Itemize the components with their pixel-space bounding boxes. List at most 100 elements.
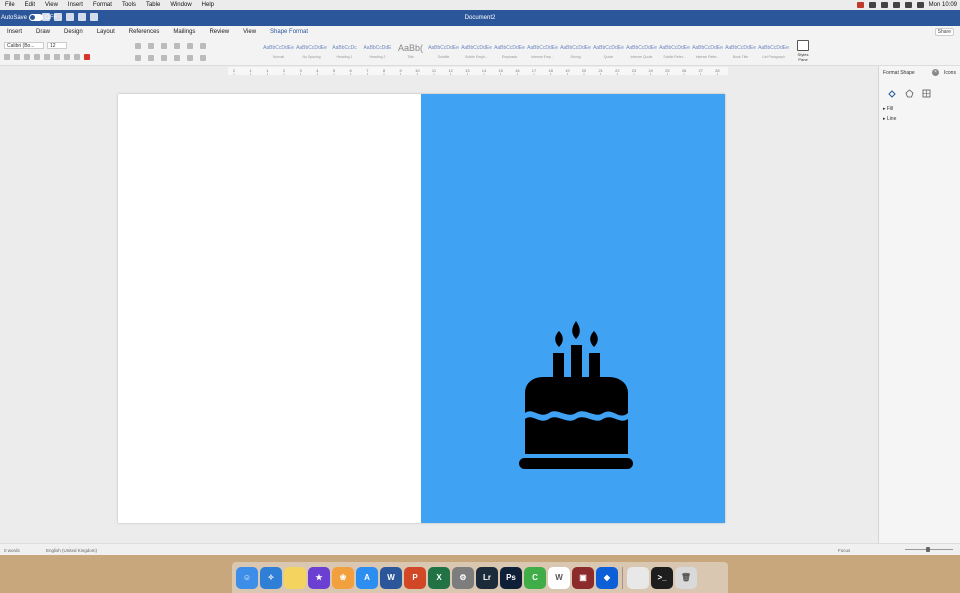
tab-shape-format[interactable]: Shape Format — [263, 29, 315, 35]
cloud-icon[interactable] — [868, 2, 876, 8]
document-page[interactable]: ⊹ — [118, 94, 935, 523]
dock-app-store-icon[interactable]: A — [356, 566, 378, 589]
align-center-icon[interactable] — [148, 55, 154, 61]
zoom-slider-thumb[interactable] — [926, 547, 930, 552]
shading-icon[interactable] — [200, 55, 206, 61]
strikethrough-icon[interactable] — [34, 54, 40, 60]
font-color-icon[interactable] — [84, 54, 90, 60]
language-indicator[interactable]: English (United Kingdom) — [46, 548, 97, 553]
style-subtle-emphasis[interactable]: AaBbCcDdEe Subtle Emph... — [460, 40, 493, 64]
dock-trash-icon[interactable]: 🗑 — [675, 566, 697, 589]
dock-downloads-icon[interactable] — [627, 566, 649, 589]
share-button[interactable]: Share — [934, 28, 954, 36]
tab-references[interactable]: References — [122, 29, 167, 35]
style-quote[interactable]: AaBbCcDdEe Quote — [592, 40, 625, 64]
dock-safari-icon[interactable]: ✧ — [260, 566, 282, 589]
decrease-indent-icon[interactable] — [174, 43, 180, 49]
fill-section[interactable]: ▸ Fill — [883, 106, 893, 112]
style-title[interactable]: AaBb(Title — [394, 40, 427, 64]
style-normal[interactable]: AaBbCcDdEe Normal — [262, 40, 295, 64]
tab-design[interactable]: Design — [57, 29, 90, 35]
status-app-icon[interactable] — [856, 2, 864, 8]
close-icon[interactable]: × — [932, 69, 939, 76]
bluetooth-icon[interactable] — [892, 2, 900, 8]
dock-terminal-icon[interactable]: >_ — [651, 566, 673, 589]
horizontal-ruler[interactable]: 2 1 1 2 3 4 5 6 7 8 9 10 11 12 13 14 15 16 17 18 19 20 21 22 23 2… — [228, 67, 728, 75]
dock-photoshop-icon[interactable]: Ps — [500, 566, 522, 589]
style-book-title[interactable]: AaBbCcDdEe Book Title — [724, 40, 757, 64]
style-heading-1[interactable]: AaBbCcDc Heading 1 — [328, 40, 361, 64]
menu-tools[interactable]: Tools — [117, 2, 141, 8]
tab-insert[interactable]: Insert — [0, 29, 29, 35]
dock-wunderlist-icon[interactable]: W — [548, 566, 570, 589]
birthday-cake-icon[interactable] — [519, 321, 638, 475]
blue-rectangle-shape[interactable]: ⊹ — [421, 94, 935, 523]
font-size-select[interactable]: 12 — [47, 42, 67, 49]
italic-icon[interactable] — [14, 54, 20, 60]
line-spacing-icon[interactable] — [187, 55, 193, 61]
menubar-clock[interactable]: Mon 10:09 — [929, 2, 957, 8]
effects-icon[interactable] — [904, 88, 914, 98]
style-list-paragraph[interactable]: AaBbCcDdEe List Paragraph — [757, 40, 790, 64]
dock-powerpoint-icon[interactable]: P — [404, 566, 426, 589]
dock-system-preferences-icon[interactable]: ⚙ — [452, 566, 474, 589]
bold-icon[interactable] — [4, 54, 10, 60]
style-intense-quote[interactable]: AaBbCcDdEe Intense Quote — [625, 40, 658, 64]
styles-pane-button[interactable]: Styles Pane — [794, 40, 812, 62]
bullets-icon[interactable] — [135, 43, 141, 49]
menu-view[interactable]: View — [40, 2, 63, 8]
paragraph-marks-icon[interactable] — [200, 43, 206, 49]
font-name-select[interactable]: Calibri (Bo... — [4, 42, 44, 49]
dock-imovie-icon[interactable]: ★ — [308, 566, 330, 589]
dock-lightroom-icon[interactable]: Lr — [476, 566, 498, 589]
menu-edit[interactable]: Edit — [20, 2, 40, 8]
dock-excel-icon[interactable]: X — [428, 566, 450, 589]
dock-notes-icon[interactable] — [284, 566, 306, 589]
justify-icon[interactable] — [174, 55, 180, 61]
style-no-spacing[interactable]: AaBbCcDdEe No Spacing — [295, 40, 328, 64]
menu-file[interactable]: File — [0, 2, 20, 8]
align-right-icon[interactable] — [161, 55, 167, 61]
style-intense-emphasis[interactable]: AaBbCcDdEe Intense Emp... — [526, 40, 559, 64]
icons-tab[interactable]: Icons — [944, 70, 956, 76]
dock-photo-booth-icon[interactable]: ▣ — [572, 566, 594, 589]
menu-help[interactable]: Help — [197, 2, 219, 8]
subscript-icon[interactable] — [44, 54, 50, 60]
text-effects-icon[interactable] — [64, 54, 70, 60]
style-subtitle[interactable]: AaBbCcDdEe Subtitle — [427, 40, 460, 64]
dock-photos-icon[interactable]: ❀ — [332, 566, 354, 589]
dock-finder-icon[interactable]: ☺ — [236, 566, 258, 589]
word-count[interactable]: 0 words — [4, 548, 20, 553]
menu-format[interactable]: Format — [88, 2, 117, 8]
align-left-icon[interactable] — [135, 55, 141, 61]
style-subtle-reference[interactable]: AaBbCcDdEe Subtle Refer... — [658, 40, 691, 64]
increase-indent-icon[interactable] — [187, 43, 193, 49]
dock-camtasia-icon[interactable]: C — [524, 566, 546, 589]
style-emphasis[interactable]: AaBbCcDdEe Emphasis — [493, 40, 526, 64]
superscript-icon[interactable] — [54, 54, 60, 60]
focus-button[interactable]: Focus — [838, 548, 850, 553]
highlight-icon[interactable] — [74, 54, 80, 60]
tab-view[interactable]: View — [236, 29, 263, 35]
line-section[interactable]: ▸ Line — [883, 116, 896, 122]
style-intense-reference[interactable]: AaBbCcDdEe Intense Refer... — [691, 40, 724, 64]
style-heading-2[interactable]: AaBbCcDdE Heading 2 — [361, 40, 394, 64]
fill-line-icon[interactable] — [887, 88, 897, 98]
dropbox-status-icon[interactable] — [880, 2, 888, 8]
menu-table[interactable]: Table — [141, 2, 165, 8]
numbering-icon[interactable] — [148, 43, 154, 49]
battery-icon[interactable] — [904, 2, 912, 8]
tab-layout[interactable]: Layout — [90, 29, 122, 35]
tab-mailings[interactable]: Mailings — [166, 29, 202, 35]
style-strong[interactable]: AaBbCcDdEe Strong — [559, 40, 592, 64]
wifi-icon[interactable] — [916, 2, 924, 8]
menu-window[interactable]: Window — [165, 2, 196, 8]
tab-draw[interactable]: Draw — [29, 29, 57, 35]
dock-dropbox-icon[interactable]: ◆ — [596, 566, 618, 589]
multilevel-list-icon[interactable] — [161, 43, 167, 49]
layout-properties-icon[interactable] — [921, 88, 931, 98]
dock-word-icon[interactable]: W — [380, 566, 402, 589]
tab-review[interactable]: Review — [202, 29, 236, 35]
underline-icon[interactable] — [24, 54, 30, 60]
menu-insert[interactable]: Insert — [63, 2, 88, 8]
